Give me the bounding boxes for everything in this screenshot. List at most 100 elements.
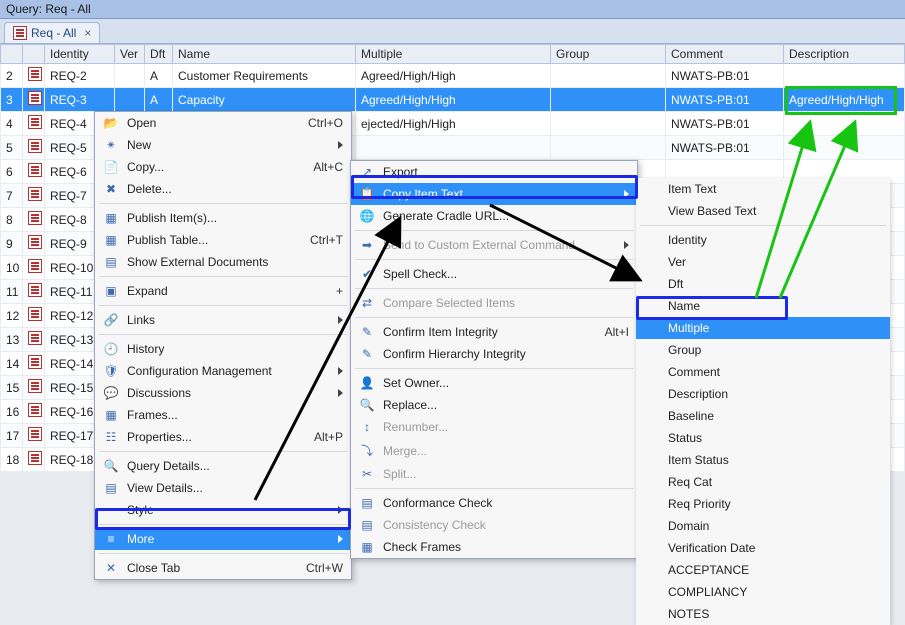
menu-vd[interactable]: ▤View Details...	[95, 477, 351, 499]
menu-more[interactable]: ≡More	[95, 528, 351, 550]
menu-comply[interactable]: COMPLIANCY	[636, 581, 890, 603]
menu-chi[interactable]: ✎Confirm Hierarchy Integrity	[351, 343, 637, 365]
menu-label: Identity	[668, 233, 882, 247]
menu-close[interactable]: ✕Close TabCtrl+W	[95, 557, 351, 579]
col-Comment[interactable]: Comment	[666, 45, 784, 64]
col-0[interactable]	[1, 45, 23, 64]
menu-vdate[interactable]: Verification Date	[636, 537, 890, 559]
col-Identity[interactable]: Identity	[45, 45, 115, 64]
merge-icon: ⤵	[357, 442, 377, 459]
menu-itemtext[interactable]: Item Text	[636, 178, 890, 200]
menu-compare: ⇄ Compare Selected Items	[351, 292, 637, 314]
menu-copy[interactable]: 📄Copy...Alt+C	[95, 156, 351, 178]
menu-open[interactable]: 📂OpenCtrl+O	[95, 112, 351, 134]
menu-export[interactable]: ↗Export	[351, 161, 637, 183]
menu-pubitem[interactable]: ▦Publish Item(s)...	[95, 207, 351, 229]
menu-dft3[interactable]: Dft	[636, 273, 890, 295]
menu-genurl[interactable]: 🌐Generate Cradle URL...	[351, 205, 637, 227]
menu-style[interactable]: Style	[95, 499, 351, 521]
pubitem-icon: ▦	[101, 211, 121, 225]
menu-label: Consistency Check	[383, 518, 629, 532]
menu-label: Open	[127, 116, 290, 130]
menu-history[interactable]: 🕘History	[95, 338, 351, 360]
menu-comment3[interactable]: Comment	[636, 361, 890, 383]
col-Name[interactable]: Name	[173, 45, 356, 64]
col-Multiple[interactable]: Multiple	[356, 45, 551, 64]
menu-copyitem[interactable]: 📋Copy Item Text	[351, 183, 637, 205]
menu-baseline3[interactable]: Baseline	[636, 405, 890, 427]
menu-pubtable[interactable]: ▦Publish Table...Ctrl+T	[95, 229, 351, 251]
menu-ver3[interactable]: Ver	[636, 251, 890, 273]
menu-label: Name	[668, 299, 882, 313]
close-icon: ✕	[101, 561, 121, 575]
menu-domain3[interactable]: Domain	[636, 515, 890, 537]
menu-name3[interactable]: Name	[636, 295, 890, 317]
menu-label: Export	[383, 165, 629, 179]
col-Ver[interactable]: Ver	[115, 45, 145, 64]
chevron-right-icon	[338, 389, 343, 397]
table-row[interactable]: 3REQ-3ACapacityAgreed/High/HighNWATS-PB:…	[1, 88, 905, 112]
menu-label: More	[127, 532, 332, 546]
menu-label: Compare Selected Items	[383, 296, 629, 310]
menu-status3[interactable]: Status	[636, 427, 890, 449]
menu-label: Renumber...	[383, 420, 629, 434]
menu-identity[interactable]: Identity	[636, 229, 890, 251]
menu-label: View Details...	[127, 481, 343, 495]
menu-disc[interactable]: 💬Discussions	[95, 382, 351, 404]
tab-req-all[interactable]: Req - All ×	[4, 22, 100, 43]
menu-label: Split...	[383, 467, 629, 481]
menu-group3[interactable]: Group	[636, 339, 890, 361]
more-submenu[interactable]: ↗Export📋Copy Item Text🌐Generate Cradle U…	[350, 160, 638, 559]
menu-reqcat[interactable]: Req Cat	[636, 471, 890, 493]
menu-reqprio[interactable]: Req Priority	[636, 493, 890, 515]
menu-frames[interactable]: ▦ Frames...	[95, 404, 351, 426]
menu-replace[interactable]: 🔍Replace...	[351, 394, 637, 416]
col-Description[interactable]: Description	[784, 45, 905, 64]
menu-label: History	[127, 342, 343, 356]
menu-notes[interactable]: NOTES	[636, 603, 890, 625]
col-Group[interactable]: Group	[551, 45, 666, 64]
copy-item-text-submenu[interactable]: Item Text View Based Text Identity Ver Dft Na…	[636, 178, 890, 625]
menu-label: Verification Date	[668, 541, 882, 555]
menu-conf[interactable]: ▤Conformance Check	[351, 492, 637, 514]
menu-props[interactable]: ☷Properties...Alt+P	[95, 426, 351, 448]
menu-label: New	[127, 138, 332, 152]
qd-icon: 🔍	[101, 459, 121, 473]
menu-itemstatus3[interactable]: Item Status	[636, 449, 890, 471]
menu-showext[interactable]: ▤Show External Documents	[95, 251, 351, 273]
menu-label: Baseline	[668, 409, 882, 423]
menu-label: View Based Text	[668, 204, 882, 218]
compare-icon: ⇄	[357, 296, 377, 310]
frames-icon: ▦	[101, 408, 121, 422]
close-icon[interactable]: ×	[84, 26, 91, 40]
menu-delete[interactable]: ✖Delete...	[95, 178, 351, 200]
menu-links[interactable]: 🔗Links	[95, 309, 351, 331]
menu-label: Ver	[668, 255, 882, 269]
cfgmgmt-icon: 🛡	[101, 364, 121, 378]
col-1[interactable]	[23, 45, 45, 64]
menu-new[interactable]: ✴New	[95, 134, 351, 156]
menu-label: Show External Documents	[127, 255, 343, 269]
menu-label: Frames...	[127, 408, 343, 422]
menu-cfgmgmt[interactable]: 🛡Configuration Management	[95, 360, 351, 382]
renumber-icon: ↕	[357, 420, 377, 434]
menu-setowner[interactable]: 👤Set Owner...	[351, 372, 637, 394]
menu-frames2[interactable]: ▦Check Frames	[351, 536, 637, 558]
menu-description3[interactable]: Description	[636, 383, 890, 405]
col-Dft[interactable]: Dft	[145, 45, 173, 64]
menu-spell[interactable]: ✔Spell Check...	[351, 263, 637, 285]
menu-multiple3[interactable]: Multiple	[636, 317, 890, 339]
table-row[interactable]: 2REQ-2ACustomer RequirementsAgreed/High/…	[1, 64, 905, 88]
menu-qd[interactable]: 🔍Query Details...	[95, 455, 351, 477]
tab-label: Req - All	[31, 26, 76, 40]
props-icon: ☷	[101, 430, 121, 444]
pubtable-icon: ▦	[101, 233, 121, 247]
context-menu[interactable]: 📂OpenCtrl+O✴New📄Copy...Alt+C✖Delete... ▦P…	[94, 111, 352, 580]
window-title: Query: Req - All	[0, 0, 905, 19]
menu-expand[interactable]: ▣Expand+	[95, 280, 351, 302]
doc-icon	[13, 26, 27, 40]
menu-cii[interactable]: ✎Confirm Item IntegrityAlt+I	[351, 321, 637, 343]
menu-label: Conformance Check	[383, 496, 629, 510]
menu-viewbased[interactable]: View Based Text	[636, 200, 890, 222]
menu-accept[interactable]: ACCEPTANCE	[636, 559, 890, 581]
